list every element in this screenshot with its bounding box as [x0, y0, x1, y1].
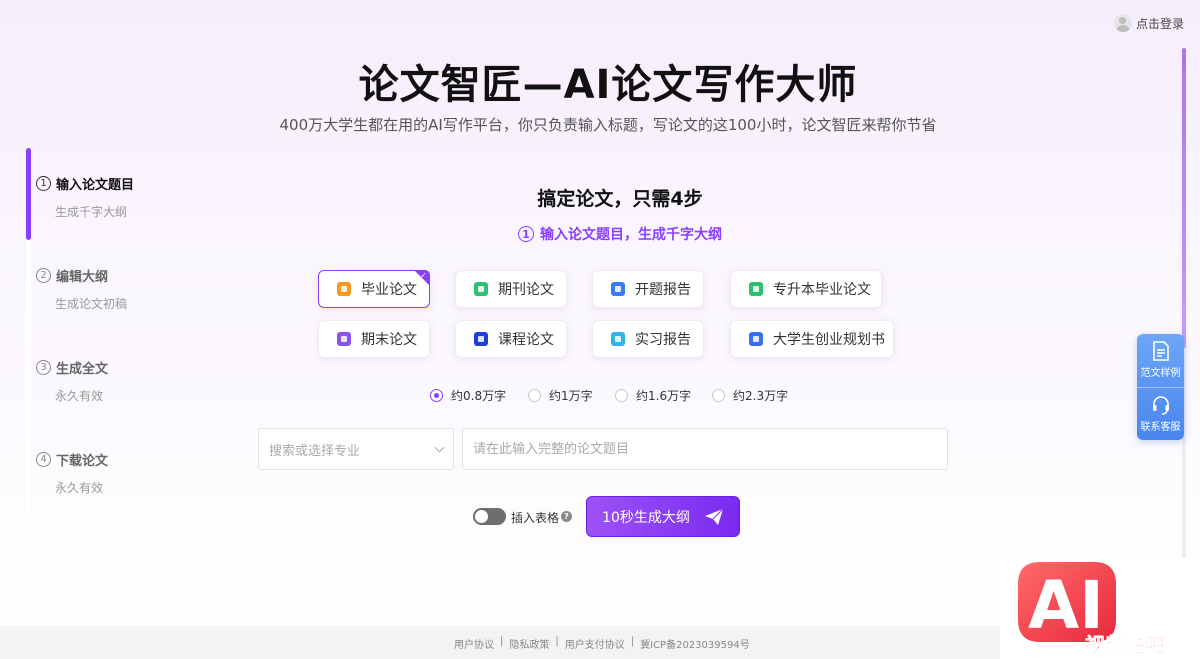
type-button-course[interactable]: 课程论文 — [455, 320, 567, 358]
step-title: 生成全文 — [56, 362, 109, 377]
type-button-proposal[interactable]: 开题报告 — [592, 270, 704, 308]
radio-label: 约0.8万字 — [451, 389, 507, 403]
step-item-download[interactable]: 4 下载论文 永久有效 — [36, 450, 186, 496]
document-icon — [337, 282, 351, 296]
samples-button[interactable]: 范文样例 — [1137, 334, 1184, 387]
send-icon — [704, 508, 724, 525]
type-button-journal[interactable]: 期刊论文 — [455, 270, 567, 308]
radio-label: 约2.3万字 — [733, 389, 789, 403]
step-title: 编辑大纲 — [56, 270, 109, 285]
footer-separator: | — [630, 636, 635, 647]
login-label: 点击登录 — [1135, 16, 1184, 31]
radio-dot[interactable] — [430, 389, 443, 402]
service-label: 联系客服 — [1140, 421, 1181, 433]
section-title: 搞定论文，只需4步 — [537, 188, 703, 210]
step-number: 3 — [36, 360, 51, 375]
section-subtitle-text: 输入论文题目，生成千字大纲 — [540, 227, 722, 243]
step-desc: 生成论文初稿 — [55, 297, 128, 311]
step-desc: 永久有效 — [55, 389, 104, 403]
step-progress-fill — [26, 148, 31, 240]
journal-icon — [474, 282, 488, 296]
type-label: 实习报告 — [635, 332, 691, 348]
type-button-graduation[interactable]: 毕业论文 ✓ — [318, 270, 430, 308]
generate-label: 10秒生成大纲 — [602, 509, 690, 526]
radio-word-count-2.3w[interactable]: 约2.3万字 — [712, 387, 788, 404]
user-avatar-icon — [1113, 14, 1132, 32]
step-item-edit-outline[interactable]: 2 编辑大纲 生成论文初稿 — [36, 266, 186, 312]
radio-dot[interactable] — [712, 389, 725, 402]
watermark-logo: AI 视频贴吧 — [1000, 558, 1200, 659]
document-icon — [749, 282, 763, 296]
radio-dot[interactable] — [615, 389, 628, 402]
headset-icon — [1152, 395, 1169, 415]
major-select[interactable]: 搜索或选择专业 — [258, 428, 454, 470]
step-desc: 生成千字大纲 — [55, 205, 128, 219]
page-title: 论文智匠—AI论文写作大师 — [358, 62, 858, 108]
radio-dot[interactable] — [528, 389, 541, 402]
document-icon — [1152, 341, 1169, 362]
type-label: 课程论文 — [498, 332, 554, 348]
type-label: 专升本毕业论文 — [773, 282, 871, 298]
footer-link-icp[interactable]: 冀ICP备2023039594号 — [640, 636, 750, 651]
page-subtitle: 400万大学生都在用的AI写作平台，你只负责输入标题，写论文的这100小时，论文… — [279, 116, 937, 134]
step-item-generate-full[interactable]: 3 生成全文 永久有效 — [36, 358, 186, 404]
watermark-small-text: 视频贴吧 — [1085, 633, 1165, 657]
step-number: 2 — [36, 268, 51, 283]
document-icon — [337, 332, 351, 346]
step-number: 4 — [36, 452, 51, 467]
insert-table-toggle[interactable] — [473, 508, 506, 525]
step-title: 输入论文题目 — [56, 178, 135, 193]
footer-separator: | — [555, 636, 559, 647]
type-button-internship[interactable]: 实习报告 — [592, 320, 704, 358]
step-number: 1 — [36, 176, 51, 191]
radio-word-count-0.8w[interactable]: 约0.8万字 — [430, 387, 528, 404]
section-subtitle: 1 输入论文题目，生成千字大纲 — [420, 224, 820, 244]
step-title: 下载论文 — [56, 454, 109, 469]
radio-label: 约1.6万字 — [636, 389, 692, 403]
help-icon[interactable]: ? — [561, 511, 572, 522]
report-icon — [611, 332, 625, 346]
watermark-badge-icon: AI 视频贴吧 — [1018, 562, 1165, 657]
radio-word-count-1w[interactable]: 约1万字 — [528, 387, 615, 404]
type-label: 期刊论文 — [498, 282, 554, 298]
generate-outline-button[interactable]: 10秒生成大纲 — [586, 496, 740, 537]
plan-icon — [749, 332, 763, 346]
footer-link-terms[interactable]: 用户协议 — [454, 636, 494, 651]
book-icon — [474, 332, 488, 346]
footer-link-payment[interactable]: 用户支付协议 — [565, 636, 625, 651]
type-button-final-exam[interactable]: 期末论文 — [318, 320, 430, 358]
footer-links: 用户协议 | 隐私政策 | 用户支付协议 | 冀ICP备2023039594号 — [454, 636, 750, 651]
footer-link-privacy[interactable]: 隐私政策 — [509, 636, 549, 651]
step-item-input-title[interactable]: 1 输入论文题目 生成千字大纲 — [36, 174, 186, 220]
type-button-business-plan[interactable]: 大学生创业规划书 — [730, 320, 894, 358]
type-label: 毕业论文 — [361, 282, 417, 298]
insert-table-label: 插入表格 — [511, 511, 560, 525]
word-count-radio-group: 约0.8万字 约1万字 约1.6万字 约2.3万字 — [430, 387, 788, 404]
chevron-down-icon — [434, 442, 445, 452]
customer-service-button[interactable]: 联系客服 — [1137, 386, 1184, 441]
login-link[interactable]: 点击登录 — [1113, 14, 1184, 32]
type-label: 开题报告 — [635, 282, 691, 298]
step-progress-rail — [26, 148, 31, 516]
report-icon — [611, 282, 625, 296]
step-number: 1 — [518, 226, 534, 242]
major-select-placeholder: 搜索或选择专业 — [269, 443, 361, 459]
type-button-upgrade[interactable]: 专升本毕业论文 — [730, 270, 882, 308]
floating-side-panel: 范文样例 联系客服 — [1137, 334, 1184, 440]
type-label: 大学生创业规划书 — [773, 332, 885, 348]
topic-input[interactable] — [462, 428, 948, 470]
type-label: 期末论文 — [361, 332, 417, 348]
step-desc: 永久有效 — [55, 481, 104, 495]
samples-label: 范文样例 — [1140, 368, 1181, 380]
radio-label: 约1万字 — [549, 389, 593, 403]
check-icon: ✓ — [420, 271, 427, 280]
radio-word-count-1.6w[interactable]: 约1.6万字 — [615, 387, 712, 404]
toggle-knob — [475, 510, 488, 523]
footer-separator: | — [500, 636, 504, 647]
